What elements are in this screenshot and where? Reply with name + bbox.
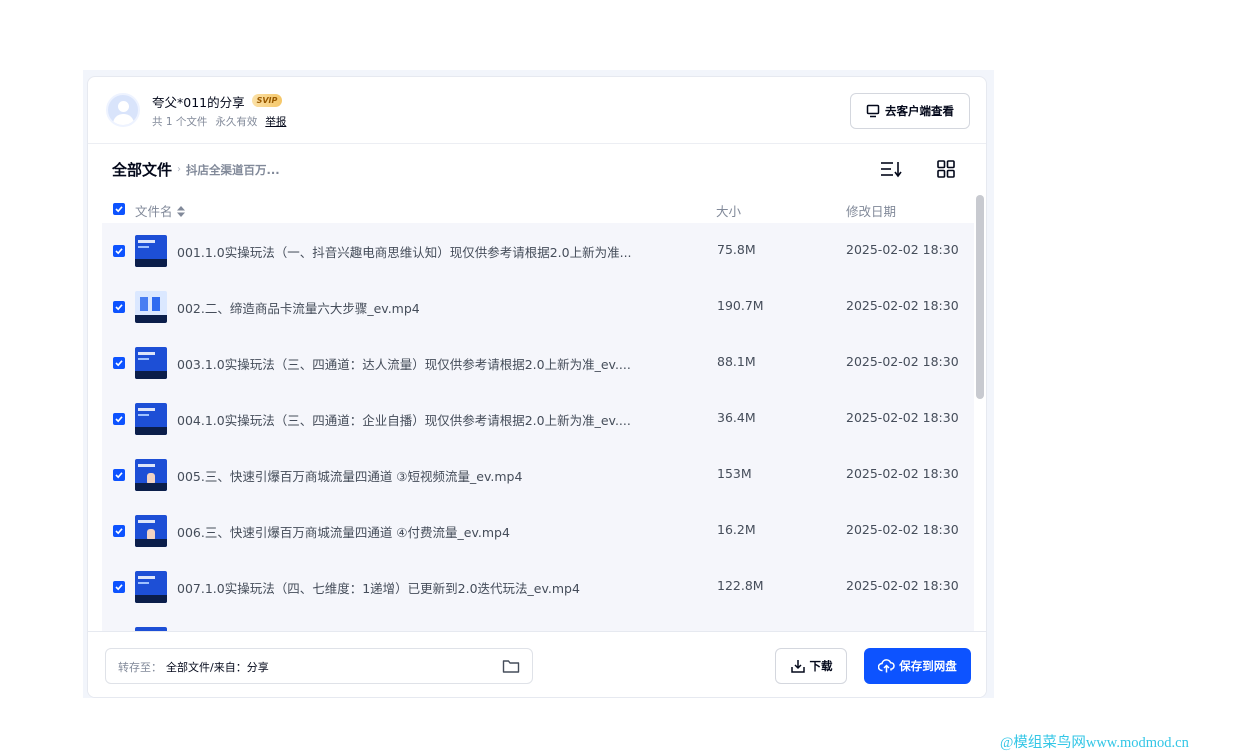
sort-toggle-icon [176,206,185,217]
check-icon [115,416,123,423]
breadcrumb: 全部文件 › 抖店全渠道百万... [112,159,280,180]
row-checkbox[interactable] [113,245,125,257]
file-name[interactable]: 007.1.0实操玩法（四、七维度：1递增）已更新到2.0迭代玩法_ev.mp4 [177,578,580,597]
video-thumbnail [135,347,167,379]
download-button[interactable]: 下载 [775,648,847,684]
table-row[interactable]: 002.二、缔造商品卡流量六大步骤_ev.mp4 190.7M 2025-02-… [102,279,974,335]
row-checkbox[interactable] [113,357,125,369]
video-thumbnail [135,403,167,435]
file-count: 共 1 个文件 [152,116,208,128]
report-link[interactable]: 举报 [265,114,286,129]
open-client-label: 去客户端查看 [885,104,954,118]
column-size-header: 大小 [716,204,742,219]
file-size: 88.1M [717,354,756,369]
file-name[interactable]: 003.1.0实操玩法（三、四通道：达人流量）现仅供参考请根据2.0上新为准_e… [177,354,631,373]
file-date: 2025-02-02 18:30 [846,466,959,481]
row-checkbox[interactable] [113,581,125,593]
row-checkbox[interactable] [113,301,125,313]
table-header: 文件名 大小 修改日期 [88,195,975,223]
file-size: 36.4M [717,410,756,425]
share-title: 夸父*011的分享 [152,95,245,110]
file-size: 153M [717,466,752,481]
select-all-checkbox[interactable] [113,203,125,215]
share-meta: 共 1 个文件 永久有效 举报 [152,114,286,129]
save-path-field[interactable]: 转存至： 全部文件/来自：分享 [105,648,533,684]
avatar [106,93,140,127]
file-size: 122.8M [717,578,764,593]
file-date: 2025-02-02 18:30 [846,522,959,537]
open-client-button[interactable]: 去客户端查看 [850,93,970,129]
validity: 永久有效 [215,116,258,128]
grid-view-icon[interactable] [936,159,956,179]
row-checkbox[interactable] [113,413,125,425]
file-size: 75.8M [717,242,756,257]
video-thumbnail [135,571,167,603]
row-checkbox[interactable] [113,525,125,537]
video-thumbnail [135,291,167,323]
check-icon [115,206,123,213]
check-icon [115,472,123,479]
file-date: 2025-02-02 18:30 [846,410,959,425]
video-thumbnail [135,515,167,547]
file-size: 190.7M [717,298,764,313]
file-size: 16.2M [717,522,756,537]
breadcrumb-current: 抖店全渠道百万... [186,162,280,177]
save-to-drive-button[interactable]: 保存到网盘 [864,648,971,684]
file-list: 001.1.0实操玩法（一、抖音兴趣电商思维认知）现仅供参考请根据2.0上新为准… [102,223,974,631]
table-row[interactable]: 006.三、快速引爆百万商城流量四通道 ④付费流量_ev.mp4 16.2M 2… [102,503,974,559]
file-name[interactable]: 006.三、快速引爆百万商城流量四通道 ④付费流量_ev.mp4 [177,522,510,541]
save-path-label: 转存至： [118,661,162,674]
save-to-drive-label: 保存到网盘 [899,659,957,673]
table-row[interactable]: 005.三、快速引爆百万商城流量四通道 ③短视频流量_ev.mp4 153M 2… [102,447,974,503]
check-icon [115,528,123,535]
column-name-header[interactable]: 文件名 [135,201,185,220]
sort-icon[interactable] [880,159,902,179]
file-name[interactable]: 005.三、快速引爆百万商城流量四通道 ③短视频流量_ev.mp4 [177,466,522,485]
check-icon [115,584,123,591]
svip-badge: SVIP [252,94,282,107]
video-thumbnail [135,459,167,491]
folder-icon[interactable] [502,658,520,674]
file-date: 2025-02-02 18:30 [846,354,959,369]
check-icon [115,304,123,311]
row-checkbox[interactable] [113,469,125,481]
table-row-partial [102,615,974,631]
save-path-value: 全部文件/来自：分享 [166,661,269,674]
file-date: 2025-02-02 18:30 [846,298,959,313]
table-row[interactable]: 001.1.0实操玩法（一、抖音兴趣电商思维认知）现仅供参考请根据2.0上新为准… [102,223,974,279]
breadcrumb-separator: › [177,164,182,175]
scrollbar[interactable] [976,195,984,399]
table-row[interactable]: 007.1.0实操玩法（四、七维度：1递增）已更新到2.0迭代玩法_ev.mp4… [102,559,974,615]
footer: 转存至： 全部文件/来自：分享 下载 保存到网盘 [88,631,986,697]
file-date: 2025-02-02 18:30 [846,578,959,593]
check-icon [115,360,123,367]
monitor-icon [866,104,880,118]
file-date: 2025-02-02 18:30 [846,242,959,257]
file-name[interactable]: 002.二、缔造商品卡流量六大步骤_ev.mp4 [177,298,420,317]
column-modified-header: 修改日期 [846,204,897,219]
cloud-upload-icon [878,659,895,673]
share-header: 夸父*011的分享 SVIP 共 1 个文件 永久有效 举报 去客户端查看 [88,77,986,144]
download-label: 下载 [809,659,833,673]
share-dialog: 夸父*011的分享 SVIP 共 1 个文件 永久有效 举报 去客户端查看 全部… [87,76,987,698]
check-icon [115,248,123,255]
file-name[interactable]: 004.1.0实操玩法（三、四通道：企业自播）现仅供参考请根据2.0上新为准_e… [177,410,631,429]
download-icon [790,660,805,673]
video-thumbnail [135,235,167,267]
breadcrumb-root[interactable]: 全部文件 [112,159,172,180]
table-row[interactable]: 004.1.0实操玩法（三、四通道：企业自播）现仅供参考请根据2.0上新为准_e… [102,391,974,447]
file-name[interactable]: 001.1.0实操玩法（一、抖音兴趣电商思维认知）现仅供参考请根据2.0上新为准… [177,242,632,261]
table-row[interactable]: 003.1.0实操玩法（三、四通道：达人流量）现仅供参考请根据2.0上新为准_e… [102,335,974,391]
